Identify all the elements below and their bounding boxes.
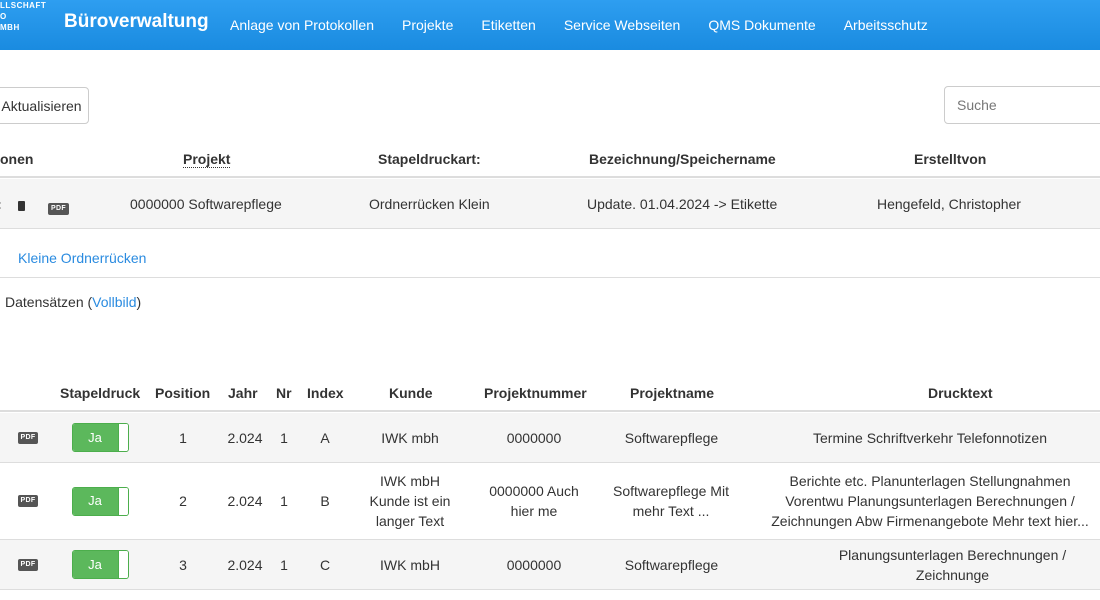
bottom-table-header: Stapeldruck Position Jahr Nr Index Kunde…	[0, 374, 1100, 412]
header-jahr: Jahr	[228, 385, 258, 401]
header-aktionen: onen	[0, 151, 34, 167]
cell-projektname: Softwarepflege Mit mehr Text ...	[613, 483, 729, 519]
cell-projektnummer: 0000000	[506, 429, 562, 446]
header-drucktext: Drucktext	[928, 385, 993, 401]
header-projekt[interactable]: Projekt	[183, 151, 231, 168]
cell-projektname: Softwarepflege	[624, 556, 719, 573]
stapeldruck-toggle[interactable]: Ja	[71, 463, 129, 539]
cell-index: C	[319, 556, 331, 573]
cell-position: 2	[179, 493, 187, 509]
cell-jahr: 2.024	[227, 429, 263, 446]
cell-bezeichnung: Update. 01.04.2024 -> Etikette	[587, 196, 778, 212]
action-edit-icon[interactable]: :	[0, 196, 2, 212]
header-projektname: Projektname	[630, 385, 715, 401]
header-kunde: Kunde	[389, 385, 433, 401]
pdf-icon[interactable]: PDF	[14, 413, 42, 462]
pdf-icon[interactable]: PDF	[14, 463, 42, 539]
cell-drucktext: Termine Schriftverkehr Telefonnotizen	[813, 429, 1047, 446]
nav-link-etiketten[interactable]: Etiketten	[467, 17, 549, 33]
cell-position: 1	[179, 429, 187, 446]
cell-erstelltvon: Hengefeld, Christopher	[877, 196, 1021, 212]
header-nr: Nr	[276, 385, 292, 401]
cell-drucktext: Berichte etc. Planunterlagen Stellungnah…	[771, 473, 1089, 529]
link-kleine-ordnerruecken[interactable]: Kleine Ordnerrücken	[18, 250, 146, 266]
header-index: Index	[307, 385, 344, 401]
cell-nr: 1	[280, 429, 288, 446]
pdf-icon[interactable]: PDF	[48, 197, 69, 215]
cell-projektname: Softwarepflege	[624, 429, 719, 446]
cell-kunde: IWK mbh	[381, 429, 439, 446]
nav-link-protokolle[interactable]: Anlage von Protokollen	[216, 17, 388, 33]
pdf-icon[interactable]: PDF	[14, 540, 42, 589]
table-row[interactable]: PDF Ja 1 2.024 1 A IWK mbh 0000000 Softw…	[0, 413, 1100, 463]
header-stapeldruck: Stapeldruck	[60, 385, 141, 401]
cell-nr: 1	[280, 556, 288, 573]
top-table-header: onen Projekt Stapeldruckart: Bezeichnung…	[0, 140, 1100, 178]
record-count: Datensätzen (Vollbild)	[5, 294, 142, 310]
cell-index: A	[320, 429, 330, 446]
table-row[interactable]: : PDF 0000000 Softwarepflege Ordnerrücke…	[0, 179, 1100, 229]
cell-jahr: 2.024	[227, 556, 263, 573]
brand-title[interactable]: Büroverwaltung	[64, 11, 209, 33]
cell-kunde: IWK mbH	[380, 556, 440, 573]
stapeldruck-toggle[interactable]: Ja	[71, 540, 129, 589]
search-input[interactable]	[944, 86, 1100, 124]
nav-links: Anlage von Protokollen Projekte Etikette…	[216, 0, 942, 50]
refresh-button[interactable]: Aktualisieren	[0, 87, 89, 124]
cell-stapeldruckart: Ordnerrücken Klein	[369, 196, 490, 212]
header-position: Position	[155, 385, 211, 401]
table-row[interactable]: PDF Ja 2 2.024 1 B IWK mbH Kunde ist ein…	[0, 463, 1100, 540]
header-bezeichnung: Bezeichnung/Speichername	[589, 151, 776, 167]
nav-link-service-webseiten[interactable]: Service Webseiten	[550, 17, 694, 33]
nav-link-arbeitsschutz[interactable]: Arbeitsschutz	[830, 17, 942, 33]
copy-icon[interactable]	[18, 198, 25, 214]
cell-projektnummer: 0000000	[506, 556, 562, 573]
detail-row: Kleine Ordnerrücken	[0, 230, 1100, 278]
company-logo[interactable]: LLSCHAFT O MBH	[0, 0, 52, 33]
stapeldruck-toggle[interactable]: Ja	[71, 413, 129, 462]
header-stapeldruckart: Stapeldruckart:	[378, 151, 481, 167]
cell-position: 3	[179, 556, 187, 573]
cell-jahr: 2.024	[227, 493, 263, 509]
cell-drucktext: Planungsunterlagen Berechnungen / Zeichn…	[838, 546, 1067, 583]
top-navbar: LLSCHAFT O MBH Büroverwaltung Anlage von…	[0, 0, 1100, 50]
header-erstelltvon: Erstelltvon	[914, 151, 987, 167]
header-projektnummer: Projektnummer	[484, 385, 587, 401]
fullscreen-link[interactable]: Vollbild	[92, 294, 136, 310]
cell-projekt: 0000000 Softwarepflege	[130, 196, 282, 212]
nav-link-qms-dokumente[interactable]: QMS Dokumente	[694, 17, 829, 33]
cell-nr: 1	[280, 493, 288, 509]
cell-index: B	[320, 493, 330, 509]
table-row[interactable]: PDF Ja 3 2.024 1 C IWK mbH 0000000 Softw…	[0, 540, 1100, 590]
cell-projektnummer: 0000000 Auch hier me	[489, 483, 579, 519]
nav-link-projekte[interactable]: Projekte	[388, 17, 467, 33]
cell-kunde: IWK mbH Kunde ist ein langer Text	[369, 473, 451, 529]
